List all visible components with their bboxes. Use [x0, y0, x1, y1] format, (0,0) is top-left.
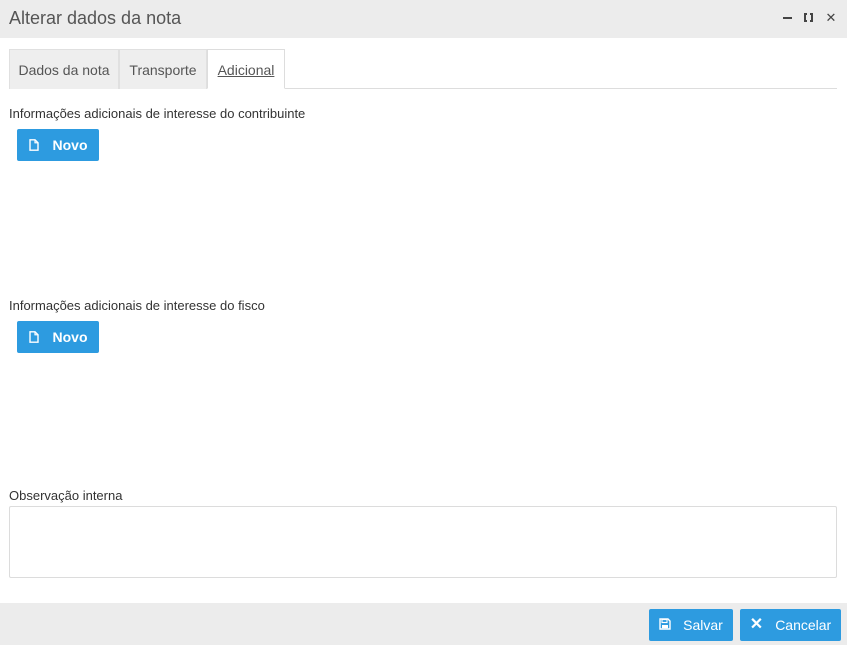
maximize-icon[interactable] [803, 11, 815, 25]
tab-bar: Dados da nota Transporte Adicional [9, 49, 837, 89]
novo-contribuinte-label: Novo [52, 137, 88, 153]
document-icon [28, 331, 39, 343]
document-icon [28, 139, 39, 151]
dialog-titlebar: Alterar dados da nota ✕ [0, 0, 847, 38]
fisco-section-label: Informações adicionais de interesse do f… [9, 298, 265, 313]
save-icon [659, 617, 671, 633]
cancel-button[interactable]: ✕ Cancelar [740, 609, 841, 641]
close-icon[interactable]: ✕ [825, 11, 837, 25]
novo-contribuinte-button[interactable]: Novo [17, 129, 99, 161]
minimize-icon[interactable] [781, 11, 793, 25]
observacao-interna-label: Observação interna [9, 488, 123, 503]
dialog-footer: Salvar ✕ Cancelar [0, 603, 847, 645]
tab-dados-da-nota[interactable]: Dados da nota [9, 49, 119, 89]
close-icon: ✕ [749, 616, 764, 633]
dialog-title: Alterar dados da nota [9, 8, 182, 28]
cancel-label: Cancelar [775, 617, 832, 633]
save-button[interactable]: Salvar [649, 609, 733, 641]
novo-fisco-label: Novo [52, 329, 88, 345]
novo-fisco-button[interactable]: Novo [17, 321, 99, 353]
window-controls: ✕ [781, 11, 837, 25]
tab-transporte[interactable]: Transporte [119, 49, 207, 89]
contribuinte-section-label: Informações adicionais de interesse do c… [9, 106, 306, 121]
tab-adicional[interactable]: Adicional [207, 49, 285, 89]
save-label: Salvar [683, 617, 723, 633]
observacao-interna-textarea[interactable] [9, 506, 837, 578]
